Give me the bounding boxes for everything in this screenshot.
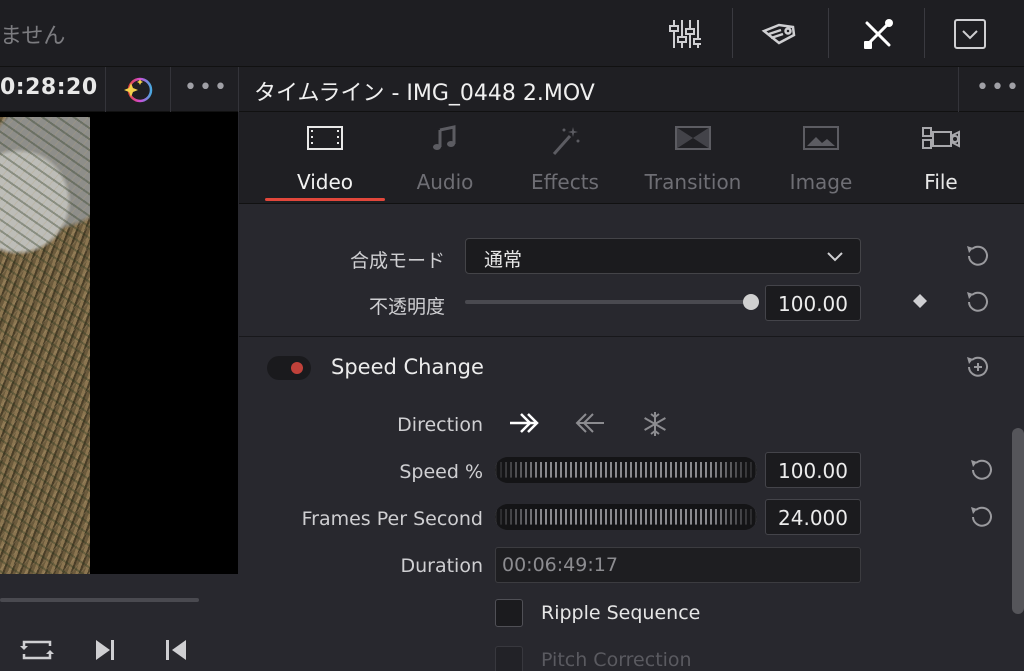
chevron-down-icon [827,252,843,262]
fps-jog-wheel[interactable] [495,504,757,530]
timecode-display: 0:28:20 [0,75,98,100]
film-frame-icon [307,126,343,150]
ripple-sequence-checkbox[interactable] [495,599,523,627]
direction-reverse-button[interactable] [573,410,607,440]
image-icon [803,126,839,150]
fps-value-field[interactable]: 24.000 [765,499,861,535]
color-magic-button[interactable] [120,73,156,111]
mixer-icon [669,19,701,48]
tab-image[interactable]: Image [761,112,881,204]
tab-transition[interactable]: Transition [633,112,753,204]
tab-effects[interactable]: Effects [505,112,625,204]
reset-icon [967,245,988,266]
opacity-reset-button[interactable] [963,288,991,316]
speed-change-reset-all-button[interactable] [963,353,991,381]
divider [105,67,106,112]
inspector-button[interactable] [848,0,908,67]
duration-field: 00:06:49:17 [495,547,861,583]
chevron-down-box-icon [954,18,986,49]
app-window: ません 0:28:20 ••• タイムライン - IMG_0448 2.MOV … [0,0,1024,671]
skip-back-icon [166,640,186,660]
transport-bar [0,574,238,671]
inspector-scrollbar[interactable] [1012,428,1024,614]
reset-icon [967,291,988,312]
mixer-button[interactable] [654,0,714,67]
ripple-sequence-label: Ripple Sequence [541,602,701,624]
reset-icon [971,459,992,480]
speed-change-title: Speed Change [331,355,484,379]
speed-value-field[interactable]: 100.00 [765,452,861,488]
composite-mode-dropdown[interactable]: 通常 [465,238,861,274]
divider [170,67,171,112]
direction-label: Direction [397,414,483,436]
toolbar-divider [924,8,925,58]
speed-jog-wheel[interactable] [495,457,757,483]
viewer-options-button[interactable]: ••• [184,75,229,100]
opacity-keyframe-button[interactable] [911,292,929,314]
composite-section: 合成モード 通常 不透明度 100.00 [239,204,1024,337]
metadata-button[interactable] [750,0,810,67]
pitch-correction-checkbox[interactable] [495,646,523,671]
double-arrow-left-icon [575,413,604,433]
snowflake-icon [644,412,666,436]
scrub-bar[interactable] [0,598,199,602]
composite-mode-reset-button[interactable] [963,242,991,270]
expand-button[interactable] [940,0,1000,67]
fps-reset-button[interactable] [967,503,995,531]
next-frame-button[interactable] [94,636,118,664]
top-toolbar: ません [0,0,1024,67]
reset-icon [971,506,992,527]
loop-button[interactable] [20,636,54,664]
reset-plus-icon [967,356,988,377]
fps-label: Frames Per Second [301,508,483,530]
speed-change-toggle[interactable] [267,356,311,380]
keyframe-diamond-icon [913,294,927,308]
tag-icon [761,23,796,44]
timeline-title: タイムライン - IMG_0448 2.MOV [254,81,595,106]
loop-icon [20,640,54,660]
pitch-correction-label: Pitch Correction [541,649,692,671]
previous-clip-button[interactable] [164,636,188,664]
duration-label: Duration [400,555,483,577]
tab-video[interactable]: Video [265,112,385,204]
header-row: 0:28:20 ••• タイムライン - IMG_0448 2.MOV ••• [0,67,1024,112]
double-arrow-right-icon [510,413,539,433]
transition-icon [675,126,711,150]
opacity-value-field[interactable]: 100.00 [765,285,861,321]
freeze-frame-button[interactable] [641,410,669,442]
tab-file[interactable]: File [881,112,1001,204]
opacity-slider-track[interactable] [465,300,753,304]
toolbar-divider [732,8,733,58]
tools-icon [864,18,893,49]
video-viewer[interactable] [0,112,238,671]
sparkle-ring-icon [124,77,153,103]
music-note-icon [433,125,456,150]
opacity-label: 不透明度 [368,296,445,318]
speed-reset-button[interactable] [967,456,995,484]
toolbar-divider [828,8,829,58]
speed-change-section: Speed Change Direction Speed % 100.00 Fr… [239,338,1024,671]
direction-forward-button[interactable] [507,410,541,440]
divider [958,67,959,112]
status-text: ません [0,24,66,49]
magic-wand-icon [552,127,580,155]
active-tab-indicator [265,198,385,201]
inspector-options-button[interactable]: ••• [976,75,1021,100]
skip-forward-icon [96,640,114,660]
composite-mode-label: 合成モード [349,250,445,272]
composite-mode-value: 通常 [484,249,523,271]
tab-audio[interactable]: Audio [385,112,505,204]
opacity-slider-knob[interactable] [743,294,759,310]
inspector-panel: Video Audio Effects Transition Image Fil… [239,112,1024,671]
camera-reel-icon [922,127,960,149]
speed-label: Speed % [399,461,483,483]
inspector-tabs: Video Audio Effects Transition Image Fil… [239,112,1024,204]
divider [238,67,239,112]
